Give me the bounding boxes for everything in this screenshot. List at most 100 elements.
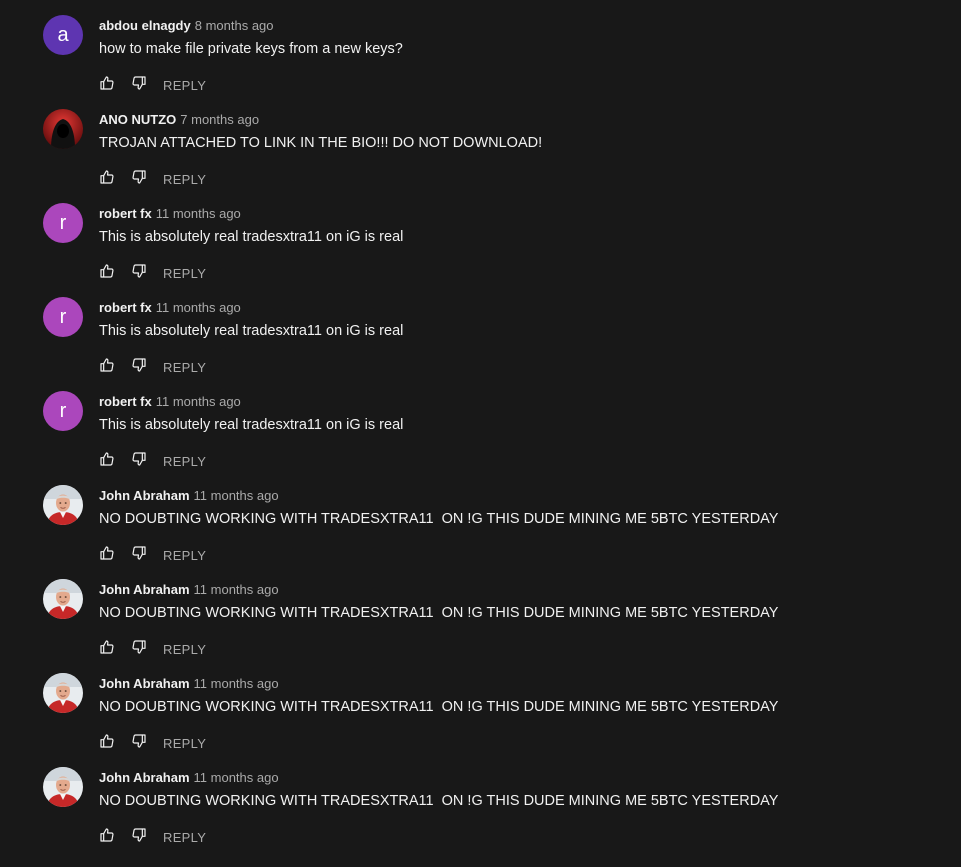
comment-text: NO DOUBTING WORKING WITH TRADESXTRA11 ON… bbox=[99, 605, 779, 621]
avatar[interactable]: a bbox=[43, 15, 83, 55]
like-button[interactable] bbox=[99, 639, 115, 660]
like-button[interactable] bbox=[99, 169, 115, 187]
comment-header: John Abraham 11 months ago bbox=[99, 487, 279, 505]
thumb-down-icon bbox=[131, 169, 147, 190]
comment-text: This is absolutely real tradesxtra11 on … bbox=[99, 417, 404, 433]
comment-timestamp[interactable]: 11 months ago bbox=[156, 300, 241, 315]
comment-author[interactable]: John Abraham bbox=[99, 770, 190, 785]
comment-item: r robert fx 11 months ago This is absolutel… bbox=[43, 391, 923, 485]
comment-header: robert fx 11 months ago bbox=[99, 205, 241, 223]
comment-header: John Abraham 11 months ago bbox=[99, 581, 279, 599]
comment-timestamp[interactable]: 11 months ago bbox=[194, 676, 279, 691]
dislike-button[interactable] bbox=[131, 263, 147, 284]
comment-actions: REPLY bbox=[99, 637, 206, 661]
comment-author[interactable]: abdou elnagdy bbox=[99, 18, 191, 33]
like-button[interactable] bbox=[99, 357, 115, 378]
comment-author[interactable]: John Abraham bbox=[99, 582, 190, 597]
comment-timestamp[interactable]: 11 months ago bbox=[156, 206, 241, 221]
reply-button[interactable]: REPLY bbox=[163, 172, 206, 187]
comment-text: TROJAN ATTACHED TO LINK IN THE BIO!!! DO… bbox=[99, 135, 543, 151]
thumb-down-icon bbox=[131, 75, 147, 96]
comment-text: how to make file private keys from a new… bbox=[99, 41, 403, 57]
avatar[interactable] bbox=[43, 579, 83, 619]
like-button[interactable] bbox=[99, 451, 115, 472]
reply-button[interactable]: REPLY bbox=[163, 454, 206, 469]
comment-timestamp[interactable]: 11 months ago bbox=[194, 582, 279, 597]
thumb-up-icon bbox=[99, 545, 115, 566]
like-button[interactable] bbox=[99, 75, 115, 96]
avatar-letter: a bbox=[57, 23, 69, 46]
avatar[interactable]: r bbox=[43, 297, 83, 337]
comment-author[interactable]: ANO NUTZO bbox=[99, 112, 176, 127]
thumb-down-icon bbox=[131, 263, 147, 284]
like-button[interactable] bbox=[99, 263, 115, 284]
comment-actions: REPLY bbox=[99, 261, 206, 285]
comment-text: NO DOUBTING WORKING WITH TRADESXTRA11 ON… bbox=[99, 511, 779, 527]
comment-actions: REPLY bbox=[99, 731, 206, 755]
reply-button[interactable]: REPLY bbox=[163, 78, 206, 93]
like-button[interactable] bbox=[99, 545, 115, 566]
dislike-button[interactable] bbox=[131, 733, 147, 754]
avatar[interactable] bbox=[43, 673, 83, 713]
comment-item: John Abraham 11 months ago NO DOUBTING WOR… bbox=[43, 579, 923, 673]
comment-header: John Abraham 11 months ago bbox=[99, 675, 279, 693]
thumb-up-icon bbox=[99, 639, 115, 660]
reply-button[interactable]: REPLY bbox=[163, 642, 206, 657]
comment-timestamp[interactable]: 11 months ago bbox=[194, 770, 279, 785]
comment-timestamp[interactable]: 7 months ago bbox=[180, 112, 259, 127]
comment-item: John Abraham 11 months ago NO DOUBTING WOR… bbox=[43, 673, 923, 767]
comment-actions: REPLY bbox=[99, 825, 206, 849]
thumb-down-icon bbox=[131, 451, 147, 472]
comment-text: NO DOUBTING WORKING WITH TRADESXTRA11 ON… bbox=[99, 699, 779, 715]
comment-header: robert fx 11 months ago bbox=[99, 299, 241, 317]
comment-author[interactable]: John Abraham bbox=[99, 488, 190, 503]
comment-actions: REPLY bbox=[99, 167, 206, 191]
comment-author[interactable]: robert fx bbox=[99, 394, 152, 409]
comment-author[interactable]: John Abraham bbox=[99, 676, 190, 691]
thumb-up-icon bbox=[99, 451, 115, 472]
thumb-down-icon bbox=[131, 733, 147, 754]
avatar-letter: r bbox=[59, 211, 67, 234]
reply-button[interactable]: REPLY bbox=[163, 830, 206, 845]
reply-button[interactable]: REPLY bbox=[163, 736, 206, 751]
dislike-button[interactable] bbox=[131, 75, 147, 96]
like-button[interactable] bbox=[99, 733, 115, 751]
comment-timestamp[interactable]: 11 months ago bbox=[194, 488, 279, 503]
dislike-button[interactable] bbox=[131, 357, 147, 375]
avatar[interactable]: r bbox=[43, 203, 83, 243]
dislike-button[interactable] bbox=[131, 545, 147, 563]
avatar[interactable] bbox=[43, 767, 83, 807]
reply-button[interactable]: REPLY bbox=[163, 266, 206, 281]
avatar[interactable]: r bbox=[43, 391, 83, 431]
dislike-button[interactable] bbox=[131, 827, 147, 848]
reply-button[interactable]: REPLY bbox=[163, 360, 206, 375]
comment-item: John Abraham 11 months ago NO DOUBTING WOR… bbox=[43, 485, 923, 579]
comment-author[interactable]: robert fx bbox=[99, 300, 152, 315]
avatar[interactable] bbox=[43, 485, 83, 525]
dislike-button[interactable] bbox=[131, 451, 147, 472]
dislike-button[interactable] bbox=[131, 639, 147, 657]
like-button[interactable] bbox=[99, 827, 115, 845]
profile-photo-avatar-image bbox=[43, 673, 83, 713]
profile-photo-avatar-image bbox=[43, 485, 83, 525]
comment-item: r robert fx 11 months ago This is absolutel… bbox=[43, 203, 923, 297]
comment-timestamp[interactable]: 8 months ago bbox=[195, 18, 274, 33]
comment-item: John Abraham 11 months ago NO DOUBTING WOR… bbox=[43, 767, 923, 861]
comment-item: ANO NUTZO 7 months ago TROJAN ATTACHED TO … bbox=[43, 109, 923, 203]
comment-text: This is absolutely real tradesxtra11 on … bbox=[99, 323, 404, 339]
comment-author[interactable]: robert fx bbox=[99, 206, 152, 221]
reply-button[interactable]: REPLY bbox=[163, 548, 206, 563]
avatar-letter: r bbox=[59, 399, 67, 422]
comment-timestamp[interactable]: 11 months ago bbox=[156, 394, 241, 409]
thumb-up-icon bbox=[99, 75, 115, 96]
thumb-down-icon bbox=[131, 827, 147, 848]
dislike-button[interactable] bbox=[131, 169, 147, 190]
comment-header: ANO NUTZO 7 months ago bbox=[99, 111, 259, 129]
comments-section: a abdou elnagdy 8 months ago how to make fi… bbox=[0, 0, 961, 867]
comment-text: This is absolutely real tradesxtra11 on … bbox=[99, 229, 404, 245]
comment-actions: REPLY bbox=[99, 449, 206, 473]
avatar[interactable] bbox=[43, 109, 83, 149]
comment-actions: REPLY bbox=[99, 543, 206, 567]
thumb-up-icon bbox=[99, 263, 115, 284]
thumb-up-icon bbox=[99, 357, 115, 378]
